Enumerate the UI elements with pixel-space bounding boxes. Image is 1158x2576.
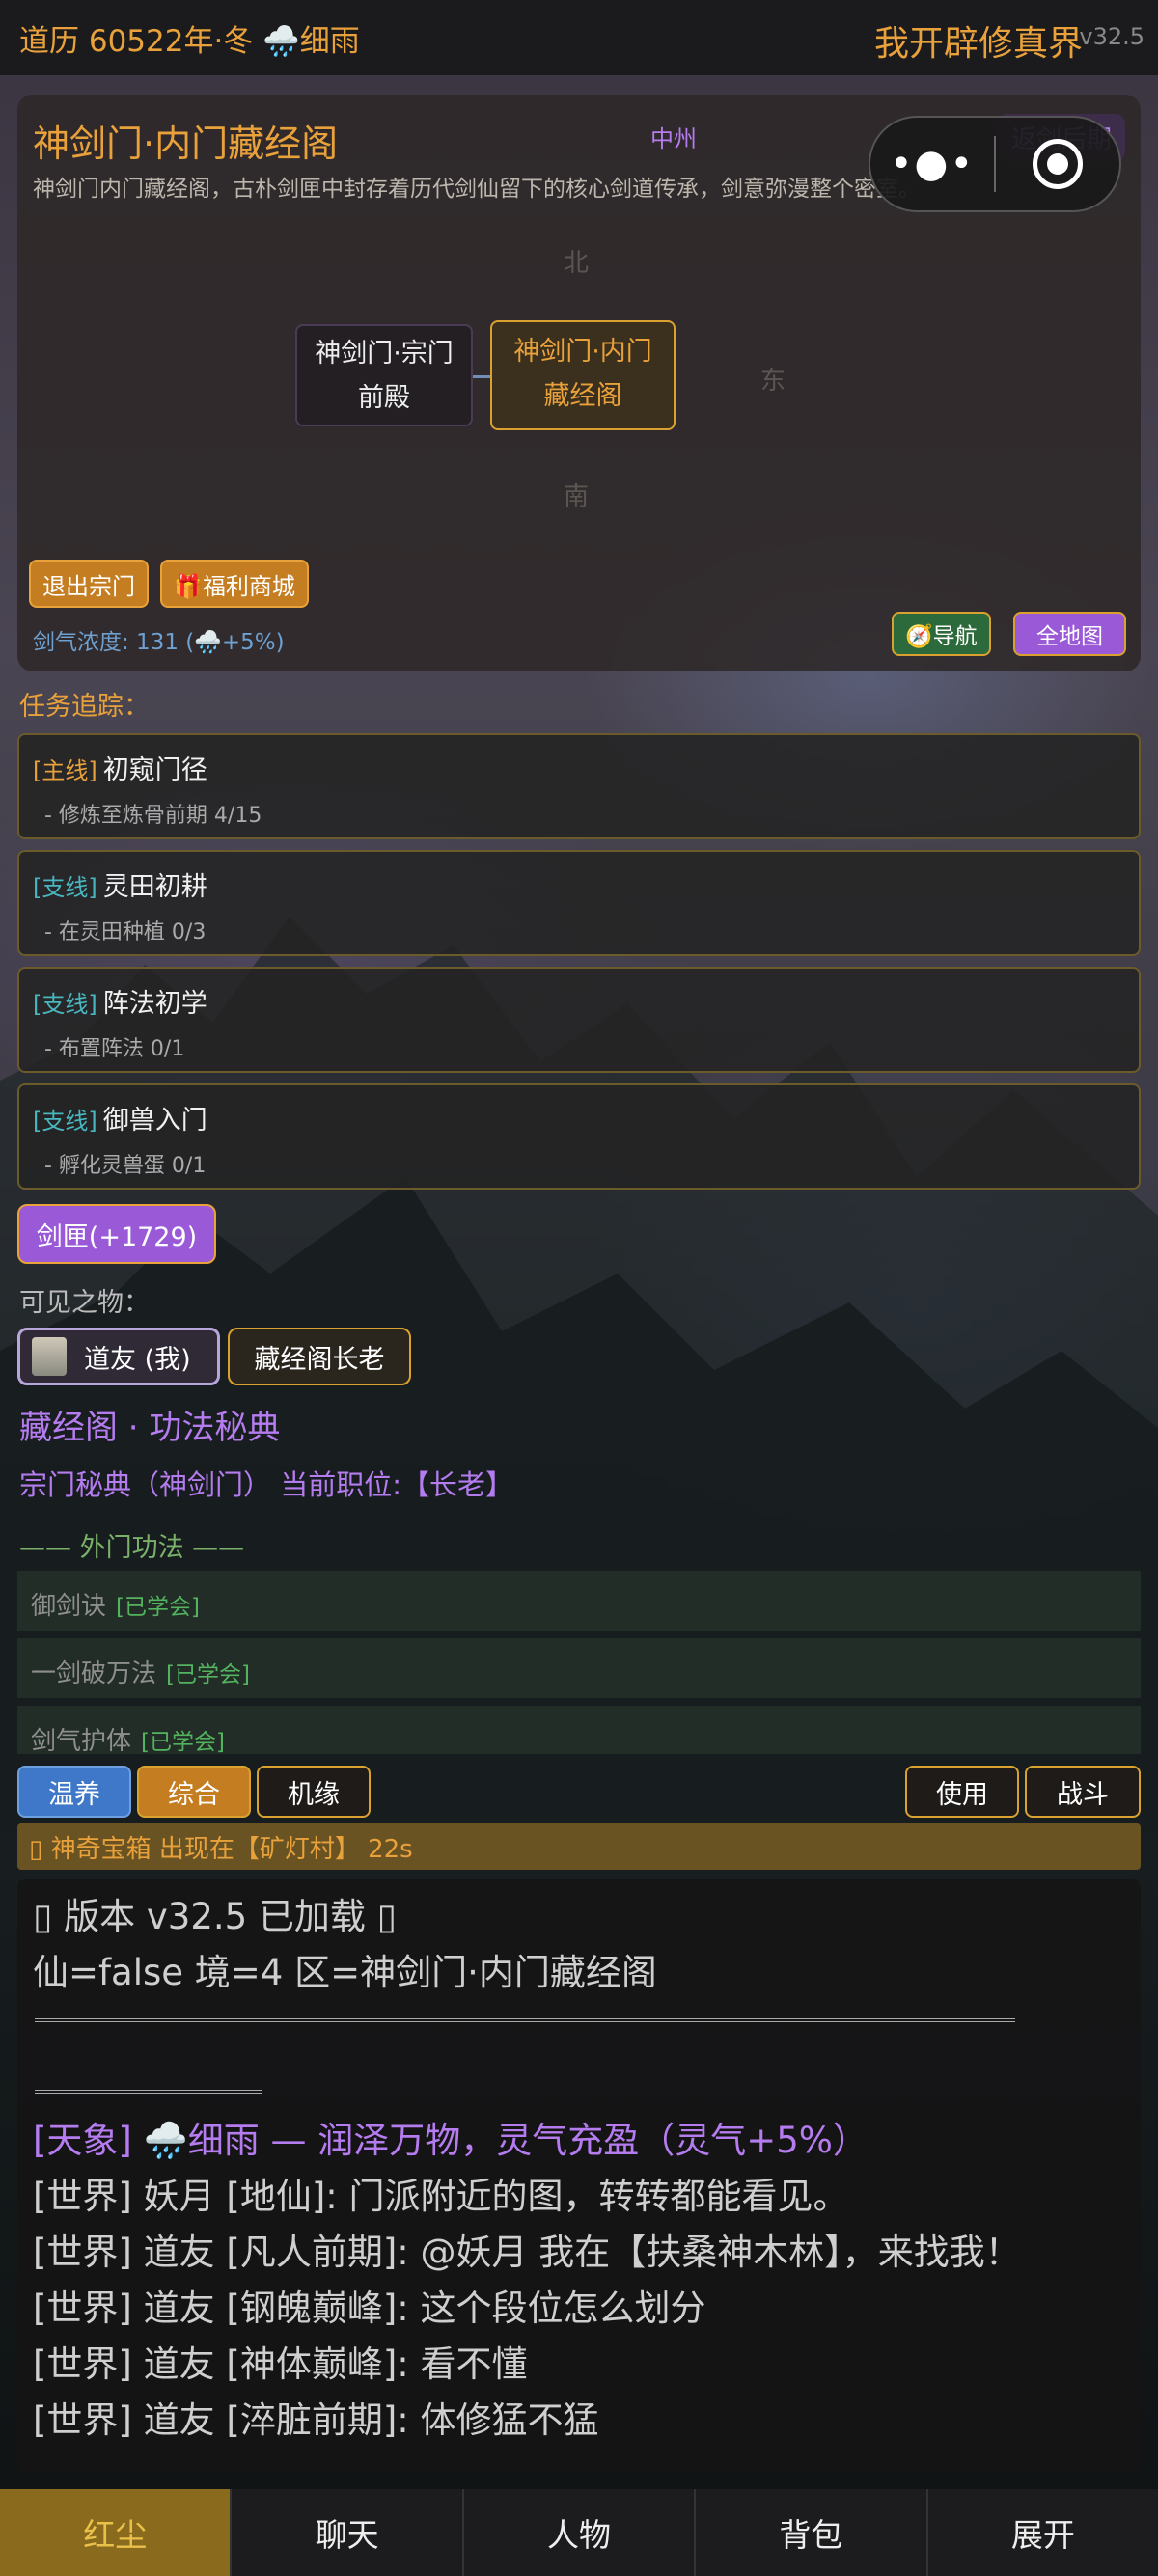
full-map-button[interactable]: 全地图 (1013, 612, 1126, 656)
welfare-shop-button[interactable]: 🎁福利商城 (160, 560, 309, 608)
player-self-chip[interactable]: 道友 (我) (17, 1328, 220, 1385)
skill-status: [已学会] (166, 1662, 250, 1687)
map-south-label: 南 (564, 482, 590, 511)
map-north-label: 北 (564, 249, 590, 278)
library-title: 藏经阁 · 功法秘典 (19, 1409, 281, 1447)
map-node-front-hall[interactable]: 神剑门·宗门 前殿 (295, 324, 473, 426)
region-label: 中州 (650, 125, 697, 152)
quest-title: 阵法初学 (102, 989, 207, 1019)
skill-row[interactable]: 一剑破万法 [已学会] (17, 1638, 1141, 1698)
divider (35, 2090, 262, 2094)
node-label: 神剑门·内门 (513, 337, 652, 367)
npc-library-elder-chip[interactable]: 藏经阁长老 (228, 1328, 411, 1385)
skill-status: [已学会] (116, 1595, 200, 1620)
quest-tag: [主线] (33, 757, 97, 784)
bottom-tab-bar: 红尘 聊天 人物 背包 展开 (0, 2489, 1158, 2576)
sword-case-button[interactable]: 剑匣(+1729) (17, 1204, 216, 1264)
location-title: 神剑门·内门藏经阁 (33, 123, 339, 165)
tab-hongchen[interactable]: 红尘 (0, 2489, 231, 2576)
location-description: 神剑门内门藏经阁，古朴剑匣中封存着历代剑仙留下的核心剑道传承，剑意弥漫整个密室。 (33, 177, 921, 202)
treasure-notice-bar[interactable]: ▯ 神奇宝箱 出现在【矿灯村】 22s (17, 1823, 1141, 1870)
message-log: ▯ 版本 v32.5 已加载 ▯ 仙=false 境=4 区=神剑门·内门藏经阁… (17, 1879, 1141, 2472)
quest-title: 御兽入门 (102, 1106, 207, 1136)
quest-tag: [支线] (33, 991, 97, 1018)
divider (35, 2018, 1015, 2022)
top-status-bar: 道历 60522年·冬 🌧️细雨 我开辟修真界 v32.5 (0, 0, 1158, 75)
quest-item[interactable]: [支线] 御兽入门 - 孵化灵兽蛋 0/1 (17, 1083, 1141, 1190)
skill-name: 御剑诀 (31, 1592, 107, 1621)
quest-progress: - 在灵田种植 0/3 (44, 920, 207, 945)
quest-tag: [支线] (33, 1108, 97, 1135)
game-date: 道历 60522年·冬 🌧️细雨 (19, 23, 360, 59)
quest-item[interactable]: [主线] 初窥门径 - 修炼至炼骨前期 4/15 (17, 733, 1141, 839)
node-label: 前殿 (358, 383, 410, 413)
chat-message: [世界] 道友 [钢魄巅峰]: 这个段位怎么划分 (33, 2288, 706, 2329)
quest-item[interactable]: [支线] 灵田初耕 - 在灵田种植 0/3 (17, 850, 1141, 956)
sword-qi-density: 剑气浓度: 131 (🌧️+5%) (33, 630, 285, 655)
map-connector (473, 375, 490, 378)
avatar (32, 1337, 67, 1376)
game-title: 我开辟修真界 (873, 24, 1083, 64)
version-message: ▯ 版本 v32.5 已加载 ▯ (33, 1896, 398, 1937)
skill-name: 一剑破万法 (31, 1659, 157, 1688)
miniprogram-capsule: •●• (868, 116, 1121, 212)
map-node-current-location[interactable]: 神剑门·内门 藏经阁 (490, 320, 676, 430)
chat-message: [世界] 道友 [神体巅峰]: 看不懂 (33, 2343, 528, 2385)
tab-backpack[interactable]: 背包 (694, 2489, 925, 2576)
chat-message: [世界] 妖月 [地仙]: 门派附近的图，转转都能看见。 (33, 2176, 849, 2217)
quest-progress: - 布置阵法 0/1 (44, 1037, 185, 1061)
tab-expand[interactable]: 展开 (925, 2489, 1158, 2576)
chat-message: [世界] 道友 [凡人前期]: @妖月 我在【扶桑神木林】，来找我！ (33, 2232, 1021, 2273)
node-label: 藏经阁 (543, 381, 622, 411)
navigation-button[interactable]: 🧭导航 (892, 612, 991, 656)
visible-objects-label: 可见之物： (19, 1288, 150, 1318)
sect-position: 宗门秘典（神剑门） 当前职位:【长老】 (19, 1468, 513, 1501)
skill-name: 剑气护体 (31, 1727, 132, 1756)
warm-tab-button[interactable]: 温养 (17, 1766, 131, 1818)
tab-chat[interactable]: 聊天 (230, 2489, 461, 2576)
node-label: 神剑门·宗门 (315, 339, 454, 369)
map-east-label: 东 (760, 367, 786, 396)
weather-message: [天象] 🌧️细雨 — 润泽万物，灵气充盈（灵气+5%） (33, 2120, 868, 2161)
state-message: 仙=false 境=4 区=神剑门·内门藏经阁 (33, 1952, 657, 1993)
use-button[interactable]: 使用 (905, 1766, 1019, 1818)
quest-tag: [支线] (33, 874, 97, 901)
more-menu-icon[interactable]: •●• (870, 142, 994, 186)
fight-button[interactable]: 战斗 (1025, 1766, 1141, 1818)
tab-character[interactable]: 人物 (461, 2489, 694, 2576)
version-label: v32.5 (1079, 23, 1144, 50)
quest-title: 初窥门径 (102, 755, 207, 785)
chat-message: [世界] 道友 [淬脏前期]: 体修猛不猛 (33, 2399, 599, 2441)
quest-item[interactable]: [支线] 阵法初学 - 布置阵法 0/1 (17, 967, 1141, 1073)
skill-row[interactable]: 御剑诀 [已学会] (17, 1571, 1141, 1631)
quest-title: 灵田初耕 (102, 872, 207, 902)
general-tab-button[interactable]: 综合 (137, 1766, 251, 1818)
skill-status: [已学会] (141, 1730, 225, 1755)
skill-row[interactable]: 剑气护体 [已学会] (17, 1706, 1141, 1756)
chance-tab-button[interactable]: 机缘 (257, 1766, 371, 1818)
exit-sect-button[interactable]: 退出宗门 (29, 560, 149, 608)
outer-skills-header: —— 外门功法 —— (19, 1533, 245, 1563)
close-target-icon[interactable] (996, 139, 1119, 189)
quest-progress: - 孵化灵兽蛋 0/1 (44, 1154, 207, 1178)
quest-tracker-header: 任务追踪： (19, 692, 150, 722)
quest-progress: - 修炼至炼骨前期 4/15 (44, 804, 262, 828)
player-name: 道友 (我) (84, 1344, 191, 1375)
